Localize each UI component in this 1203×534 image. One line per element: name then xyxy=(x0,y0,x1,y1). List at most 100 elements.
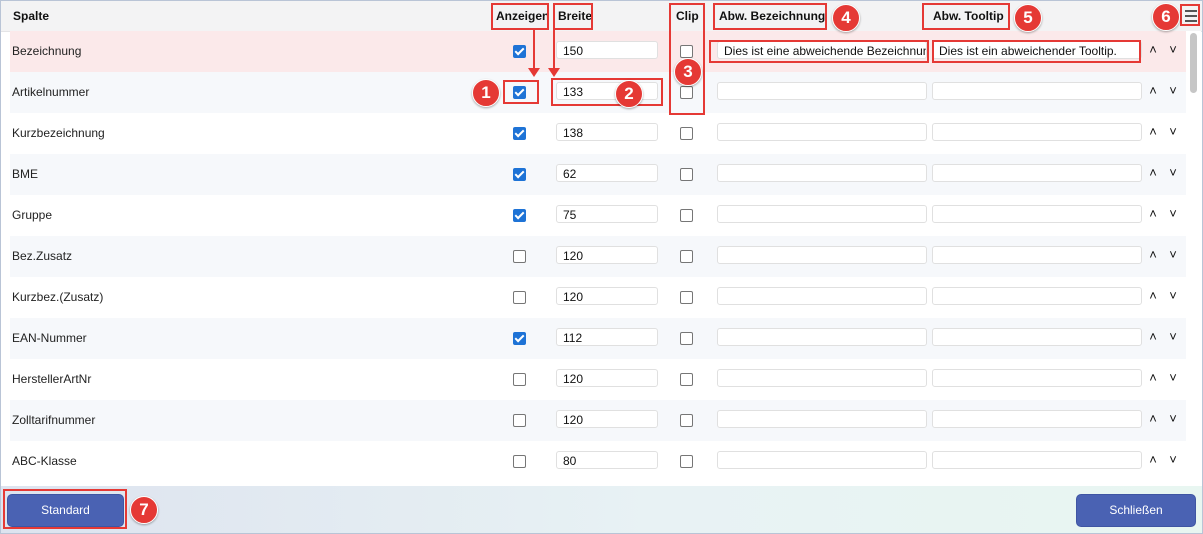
abw-tooltip-input[interactable] xyxy=(932,287,1142,305)
breite-input[interactable]: 120 xyxy=(556,410,658,428)
header-abw-bezeichnung[interactable]: Abw. Bezeichnung xyxy=(719,9,825,23)
breite-input[interactable]: 112 xyxy=(556,328,658,346)
anzeigen-checkbox[interactable] xyxy=(513,455,526,468)
abw-tooltip-input[interactable]: Dies ist ein abweichender Tooltip. xyxy=(932,41,1142,59)
close-button[interactable]: Schließen xyxy=(1076,494,1196,527)
table-row[interactable]: Kurzbezeichnung 138 ˄ ˅ xyxy=(10,113,1186,154)
table-row[interactable]: Artikelnummer 133 ˄ ˅ xyxy=(10,72,1186,113)
chevron-up-icon[interactable]: ˄ xyxy=(1146,124,1160,139)
anzeigen-checkbox[interactable] xyxy=(513,168,526,181)
chevron-down-icon[interactable]: ˅ xyxy=(1166,329,1180,344)
abw-bezeichnung-input[interactable] xyxy=(717,164,927,182)
anzeigen-checkbox[interactable] xyxy=(513,45,526,58)
anzeigen-checkbox[interactable] xyxy=(513,209,526,222)
breite-input[interactable]: 62 xyxy=(556,164,658,182)
abw-bezeichnung-input[interactable]: Dies ist eine abweichende Bezeichnung xyxy=(717,41,927,59)
breite-input[interactable]: 80 xyxy=(556,451,658,469)
chevron-up-icon[interactable]: ˄ xyxy=(1146,288,1160,303)
anzeigen-checkbox[interactable] xyxy=(513,373,526,386)
breite-input[interactable]: 150 xyxy=(556,41,658,59)
chevron-down-icon[interactable]: ˅ xyxy=(1166,247,1180,262)
anzeigen-checkbox[interactable] xyxy=(513,414,526,427)
chevron-down-icon[interactable]: ˅ xyxy=(1166,165,1180,180)
breite-input[interactable]: 75 xyxy=(556,205,658,223)
chevron-up-icon[interactable]: ˄ xyxy=(1146,329,1160,344)
chevron-down-icon[interactable]: ˅ xyxy=(1166,288,1180,303)
dialog-footer: Standard Schließen xyxy=(1,486,1202,533)
clip-checkbox[interactable] xyxy=(680,250,693,263)
clip-checkbox[interactable] xyxy=(680,414,693,427)
abw-bezeichnung-input[interactable] xyxy=(717,369,927,387)
anzeigen-checkbox[interactable] xyxy=(513,250,526,263)
table-row[interactable]: HerstellerArtNr 120 ˄ ˅ xyxy=(10,359,1186,400)
clip-checkbox[interactable] xyxy=(680,45,693,58)
abw-tooltip-input[interactable] xyxy=(932,451,1142,469)
abw-bezeichnung-input[interactable] xyxy=(717,328,927,346)
badge-2: 2 xyxy=(615,80,643,108)
clip-checkbox[interactable] xyxy=(680,373,693,386)
chevron-down-icon[interactable]: ˅ xyxy=(1166,452,1180,467)
chevron-up-icon[interactable]: ˄ xyxy=(1146,206,1160,221)
anzeigen-checkbox[interactable] xyxy=(513,291,526,304)
abw-tooltip-input[interactable] xyxy=(932,205,1142,223)
clip-checkbox[interactable] xyxy=(680,291,693,304)
scrollbar-thumb[interactable] xyxy=(1190,33,1197,93)
abw-bezeichnung-input[interactable] xyxy=(717,246,927,264)
menu-icon[interactable] xyxy=(1185,9,1197,23)
header-clip[interactable]: Clip xyxy=(676,9,699,23)
abw-tooltip-input[interactable] xyxy=(932,369,1142,387)
clip-checkbox[interactable] xyxy=(680,455,693,468)
chevron-down-icon[interactable]: ˅ xyxy=(1166,411,1180,426)
breite-input[interactable]: 120 xyxy=(556,287,658,305)
chevron-up-icon[interactable]: ˄ xyxy=(1146,83,1160,98)
chevron-up-icon[interactable]: ˄ xyxy=(1146,165,1160,180)
chevron-down-icon[interactable]: ˅ xyxy=(1166,83,1180,98)
header-anzeigen[interactable]: Anzeigen xyxy=(496,9,549,23)
table-row[interactable]: ABC-Klasse 80 ˄ ˅ xyxy=(10,441,1186,482)
anzeigen-checkbox[interactable] xyxy=(513,86,526,99)
table-row[interactable]: Kurzbez.(Zusatz) 120 ˄ ˅ xyxy=(10,277,1186,318)
header-abw-tooltip[interactable]: Abw. Tooltip xyxy=(933,9,1004,23)
table-row[interactable]: Bezeichnung 150 Dies ist eine abweichende … xyxy=(10,31,1186,72)
anzeigen-checkbox[interactable] xyxy=(513,332,526,345)
table-row[interactable]: EAN-Nummer 112 ˄ ˅ xyxy=(10,318,1186,359)
abw-bezeichnung-input[interactable] xyxy=(717,287,927,305)
chevron-up-icon[interactable]: ˄ xyxy=(1146,247,1160,262)
standard-button[interactable]: Standard xyxy=(7,494,124,527)
scrollbar[interactable] xyxy=(1186,31,1201,486)
abw-tooltip-input[interactable] xyxy=(932,82,1142,100)
chevron-up-icon[interactable]: ˄ xyxy=(1146,42,1160,57)
clip-checkbox[interactable] xyxy=(680,332,693,345)
abw-bezeichnung-input[interactable] xyxy=(717,205,927,223)
badge-7: 7 xyxy=(130,496,158,524)
clip-checkbox[interactable] xyxy=(680,86,693,99)
header-breite[interactable]: Breite xyxy=(558,9,592,23)
abw-bezeichnung-input[interactable] xyxy=(717,123,927,141)
chevron-down-icon[interactable]: ˅ xyxy=(1166,206,1180,221)
breite-input[interactable]: 138 xyxy=(556,123,658,141)
breite-input[interactable]: 120 xyxy=(556,246,658,264)
abw-tooltip-input[interactable] xyxy=(932,246,1142,264)
table-row[interactable]: Gruppe 75 ˄ ˅ xyxy=(10,195,1186,236)
table-row[interactable]: Bez.Zusatz 120 ˄ ˅ xyxy=(10,236,1186,277)
abw-bezeichnung-input[interactable] xyxy=(717,82,927,100)
abw-bezeichnung-input[interactable] xyxy=(717,410,927,428)
abw-tooltip-input[interactable] xyxy=(932,123,1142,141)
chevron-up-icon[interactable]: ˄ xyxy=(1146,452,1160,467)
breite-input[interactable]: 120 xyxy=(556,369,658,387)
table-row[interactable]: BME 62 ˄ ˅ xyxy=(10,154,1186,195)
chevron-up-icon[interactable]: ˄ xyxy=(1146,411,1160,426)
clip-checkbox[interactable] xyxy=(680,127,693,140)
chevron-down-icon[interactable]: ˅ xyxy=(1166,42,1180,57)
abw-tooltip-input[interactable] xyxy=(932,410,1142,428)
abw-bezeichnung-input[interactable] xyxy=(717,451,927,469)
abw-tooltip-input[interactable] xyxy=(932,164,1142,182)
chevron-down-icon[interactable]: ˅ xyxy=(1166,124,1180,139)
clip-checkbox[interactable] xyxy=(680,168,693,181)
chevron-down-icon[interactable]: ˅ xyxy=(1166,370,1180,385)
table-row[interactable]: Zolltarifnummer 120 ˄ ˅ xyxy=(10,400,1186,441)
anzeigen-checkbox[interactable] xyxy=(513,127,526,140)
chevron-up-icon[interactable]: ˄ xyxy=(1146,370,1160,385)
clip-checkbox[interactable] xyxy=(680,209,693,222)
abw-tooltip-input[interactable] xyxy=(932,328,1142,346)
